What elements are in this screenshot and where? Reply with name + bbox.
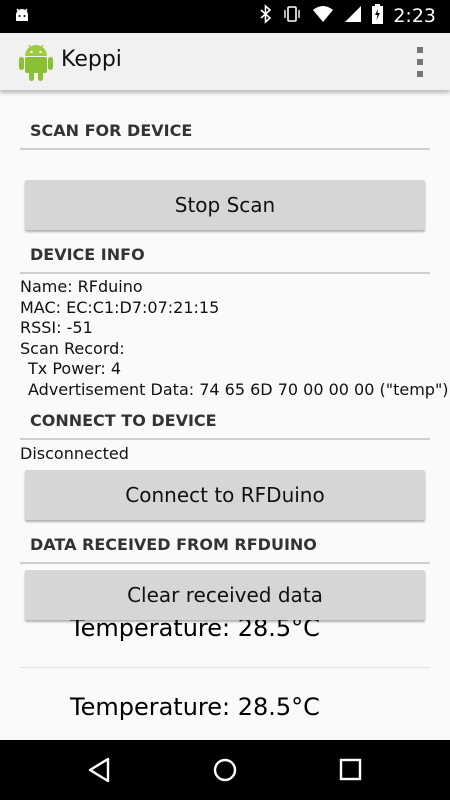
main-content: SCAN FOR DEVICE Stop Scan DEVICE INFO Na… (0, 90, 450, 740)
app-title: Keppi (61, 47, 122, 72)
scan-record-label: Scan Record: (20, 339, 125, 358)
section-header-scan: SCAN FOR DEVICE (20, 116, 430, 150)
navigation-bar (0, 740, 450, 800)
device-rssi: RSSI: -51 (20, 318, 93, 337)
wifi-icon (312, 5, 334, 27)
cellular-signal-icon (344, 5, 362, 27)
home-icon[interactable] (210, 756, 240, 784)
battery-icon (372, 4, 384, 28)
android-logo-icon (19, 42, 53, 82)
section-header-connect: CONNECT TO DEVICE (20, 406, 430, 440)
android-debug-icon (12, 6, 32, 30)
status-time: 2:23 (393, 5, 436, 27)
vibrate-icon (282, 4, 302, 28)
section-title: DATA RECEIVED FROM RFDUINO (30, 535, 317, 554)
connection-status: Disconnected (20, 444, 129, 463)
section-title: DEVICE INFO (30, 245, 145, 264)
bluetooth-icon (260, 4, 272, 28)
status-bar: 2:23 (0, 0, 450, 33)
clear-data-button[interactable]: Clear received data (25, 570, 425, 620)
connect-button[interactable]: Connect to RFDuino (25, 470, 425, 520)
recents-icon[interactable] (337, 756, 367, 784)
section-header-data-received: DATA RECEIVED FROM RFDUINO (20, 530, 430, 564)
advertisement-data: Advertisement Data: 74 65 6D 70 00 00 00… (28, 380, 449, 399)
section-header-device-info: DEVICE INFO (20, 240, 430, 274)
device-mac: MAC: EC:C1:D7:07:21:15 (20, 298, 220, 317)
section-title: SCAN FOR DEVICE (30, 121, 193, 140)
device-name: Name: RFduino (20, 277, 143, 296)
back-icon[interactable] (86, 756, 116, 784)
list-divider (20, 667, 430, 668)
received-data-item: Temperature: 28.5°C (70, 693, 320, 721)
overflow-menu-icon[interactable] (416, 47, 424, 77)
tx-power: Tx Power: 4 (28, 359, 122, 378)
section-title: CONNECT TO DEVICE (30, 411, 217, 430)
stop-scan-button[interactable]: Stop Scan (25, 180, 425, 230)
app-bar: Keppi (0, 33, 450, 90)
